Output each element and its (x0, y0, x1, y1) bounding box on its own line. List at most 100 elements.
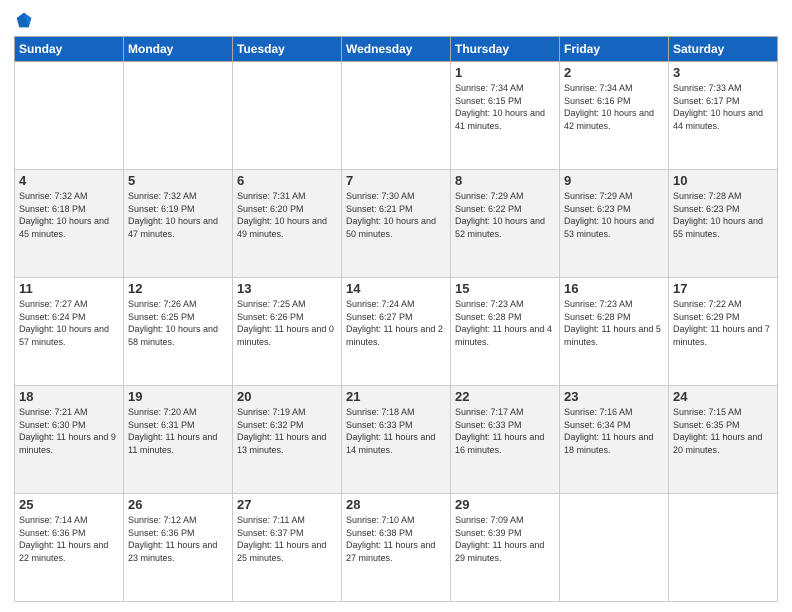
calendar-table: SundayMondayTuesdayWednesdayThursdayFrid… (14, 36, 778, 602)
calendar-cell: 5 Sunrise: 7:32 AM Sunset: 6:19 PM Daylig… (124, 170, 233, 278)
day-detail: Sunrise: 7:29 AM Sunset: 6:22 PM Dayligh… (455, 190, 555, 240)
calendar-day-header: Thursday (451, 37, 560, 62)
day-detail: Sunrise: 7:34 AM Sunset: 6:16 PM Dayligh… (564, 82, 664, 132)
day-number: 24 (673, 389, 773, 404)
calendar-cell: 20Sunrise: 7:19 AM Sunset: 6:32 PM Dayli… (233, 386, 342, 494)
day-number: 29 (455, 497, 555, 512)
calendar-day-header: Wednesday (342, 37, 451, 62)
day-detail: Sunrise: 7:25 AM Sunset: 6:26 PM Dayligh… (237, 298, 337, 348)
day-detail: Sunrise: 7:34 AM Sunset: 6:15 PM Dayligh… (455, 82, 555, 132)
day-detail: Sunrise: 7:10 AM Sunset: 6:38 PM Dayligh… (346, 514, 446, 564)
day-detail: Sunrise: 7:18 AM Sunset: 6:33 PM Dayligh… (346, 406, 446, 456)
calendar-cell: 16 Sunrise: 7:23 AM Sunset: 6:28 PM Dayli… (560, 278, 669, 386)
calendar-week-row: 25Sunrise: 7:14 AM Sunset: 6:36 PM Dayli… (15, 494, 778, 602)
calendar-cell: 4 Sunrise: 7:32 AM Sunset: 6:18 PM Daylig… (15, 170, 124, 278)
calendar-cell: 26Sunrise: 7:12 AM Sunset: 6:36 PM Dayli… (124, 494, 233, 602)
day-detail: Sunrise: 7:11 AM Sunset: 6:37 PM Dayligh… (237, 514, 337, 564)
calendar-day-header: Sunday (15, 37, 124, 62)
day-number: 15 (455, 281, 555, 296)
day-number: 18 (19, 389, 119, 404)
calendar-cell (233, 62, 342, 170)
day-number: 16 (564, 281, 664, 296)
day-detail: Sunrise: 7:24 AM Sunset: 6:27 PM Dayligh… (346, 298, 446, 348)
page: SundayMondayTuesdayWednesdayThursdayFrid… (0, 0, 792, 612)
calendar-cell: 21 Sunrise: 7:18 AM Sunset: 6:33 PM Dayli… (342, 386, 451, 494)
day-detail: Sunrise: 7:23 AM Sunset: 6:28 PM Dayligh… (564, 298, 664, 348)
day-number: 10 (673, 173, 773, 188)
calendar-cell: 13 Sunrise: 7:25 AM Sunset: 6:26 PM Dayli… (233, 278, 342, 386)
day-detail: Sunrise: 7:26 AM Sunset: 6:25 PM Dayligh… (128, 298, 228, 348)
day-detail: Sunrise: 7:09 AM Sunset: 6:39 PM Dayligh… (455, 514, 555, 564)
calendar-cell: 24 Sunrise: 7:15 AM Sunset: 6:35 PM Dayli… (669, 386, 778, 494)
day-detail: Sunrise: 7:31 AM Sunset: 6:20 PM Dayligh… (237, 190, 337, 240)
calendar-day-header: Monday (124, 37, 233, 62)
calendar-cell: 12 Sunrise: 7:26 AM Sunset: 6:25 PM Dayli… (124, 278, 233, 386)
calendar-cell: 3 Sunrise: 7:33 AM Sunset: 6:17 PM Daylig… (669, 62, 778, 170)
calendar-cell (560, 494, 669, 602)
day-number: 26 (128, 497, 228, 512)
calendar-cell (669, 494, 778, 602)
calendar-cell: 1 Sunrise: 7:34 AM Sunset: 6:15 PM Daylig… (451, 62, 560, 170)
calendar-cell: 7 Sunrise: 7:30 AM Sunset: 6:21 PM Daylig… (342, 170, 451, 278)
day-number: 3 (673, 65, 773, 80)
day-number: 4 (19, 173, 119, 188)
day-number: 8 (455, 173, 555, 188)
calendar-week-row: 4 Sunrise: 7:32 AM Sunset: 6:18 PM Daylig… (15, 170, 778, 278)
calendar-cell: 11 Sunrise: 7:27 AM Sunset: 6:24 PM Dayli… (15, 278, 124, 386)
day-number: 17 (673, 281, 773, 296)
calendar-header-row: SundayMondayTuesdayWednesdayThursdayFrid… (15, 37, 778, 62)
calendar-day-header: Saturday (669, 37, 778, 62)
day-detail: Sunrise: 7:30 AM Sunset: 6:21 PM Dayligh… (346, 190, 446, 240)
day-number: 11 (19, 281, 119, 296)
calendar-cell: 18 Sunrise: 7:21 AM Sunset: 6:30 PM Dayli… (15, 386, 124, 494)
calendar-day-header: Friday (560, 37, 669, 62)
calendar-cell: 22Sunrise: 7:17 AM Sunset: 6:33 PM Dayli… (451, 386, 560, 494)
calendar-cell: 23Sunrise: 7:16 AM Sunset: 6:34 PM Dayli… (560, 386, 669, 494)
day-detail: Sunrise: 7:23 AM Sunset: 6:28 PM Dayligh… (455, 298, 555, 348)
day-detail: Sunrise: 7:33 AM Sunset: 6:17 PM Dayligh… (673, 82, 773, 132)
day-detail: Sunrise: 7:29 AM Sunset: 6:23 PM Dayligh… (564, 190, 664, 240)
calendar-cell: 6 Sunrise: 7:31 AM Sunset: 6:20 PM Daylig… (233, 170, 342, 278)
header (14, 10, 778, 30)
calendar-week-row: 11 Sunrise: 7:27 AM Sunset: 6:24 PM Dayli… (15, 278, 778, 386)
day-number: 14 (346, 281, 446, 296)
day-detail: Sunrise: 7:15 AM Sunset: 6:35 PM Dayligh… (673, 406, 773, 456)
day-detail: Sunrise: 7:20 AM Sunset: 6:31 PM Dayligh… (128, 406, 228, 456)
day-detail: Sunrise: 7:32 AM Sunset: 6:18 PM Dayligh… (19, 190, 119, 240)
day-number: 27 (237, 497, 337, 512)
calendar-week-row: 18 Sunrise: 7:21 AM Sunset: 6:30 PM Dayli… (15, 386, 778, 494)
day-detail: Sunrise: 7:19 AM Sunset: 6:32 PM Dayligh… (237, 406, 337, 456)
day-number: 6 (237, 173, 337, 188)
calendar-cell: 2 Sunrise: 7:34 AM Sunset: 6:16 PM Daylig… (560, 62, 669, 170)
day-number: 5 (128, 173, 228, 188)
day-number: 1 (455, 65, 555, 80)
day-detail: Sunrise: 7:21 AM Sunset: 6:30 PM Dayligh… (19, 406, 119, 456)
day-number: 12 (128, 281, 228, 296)
calendar-cell: 8 Sunrise: 7:29 AM Sunset: 6:22 PM Daylig… (451, 170, 560, 278)
day-number: 2 (564, 65, 664, 80)
logo-icon (14, 10, 34, 30)
logo (14, 10, 38, 30)
day-number: 7 (346, 173, 446, 188)
calendar-cell: 29 Sunrise: 7:09 AM Sunset: 6:39 PM Dayli… (451, 494, 560, 602)
calendar-cell (342, 62, 451, 170)
calendar-cell (124, 62, 233, 170)
calendar-cell: 14 Sunrise: 7:24 AM Sunset: 6:27 PM Dayli… (342, 278, 451, 386)
day-detail: Sunrise: 7:32 AM Sunset: 6:19 PM Dayligh… (128, 190, 228, 240)
day-number: 19 (128, 389, 228, 404)
calendar-cell: 10 Sunrise: 7:28 AM Sunset: 6:23 PM Dayli… (669, 170, 778, 278)
day-number: 21 (346, 389, 446, 404)
calendar-cell (15, 62, 124, 170)
calendar-cell: 17 Sunrise: 7:22 AM Sunset: 6:29 PM Dayli… (669, 278, 778, 386)
calendar-cell: 9 Sunrise: 7:29 AM Sunset: 6:23 PM Daylig… (560, 170, 669, 278)
day-detail: Sunrise: 7:28 AM Sunset: 6:23 PM Dayligh… (673, 190, 773, 240)
day-detail: Sunrise: 7:27 AM Sunset: 6:24 PM Dayligh… (19, 298, 119, 348)
day-number: 13 (237, 281, 337, 296)
day-number: 9 (564, 173, 664, 188)
day-detail: Sunrise: 7:22 AM Sunset: 6:29 PM Dayligh… (673, 298, 773, 348)
calendar-cell: 27 Sunrise: 7:11 AM Sunset: 6:37 PM Dayli… (233, 494, 342, 602)
calendar-cell: 19 Sunrise: 7:20 AM Sunset: 6:31 PM Dayli… (124, 386, 233, 494)
calendar-week-row: 1 Sunrise: 7:34 AM Sunset: 6:15 PM Daylig… (15, 62, 778, 170)
day-number: 28 (346, 497, 446, 512)
calendar-cell: 28 Sunrise: 7:10 AM Sunset: 6:38 PM Dayli… (342, 494, 451, 602)
